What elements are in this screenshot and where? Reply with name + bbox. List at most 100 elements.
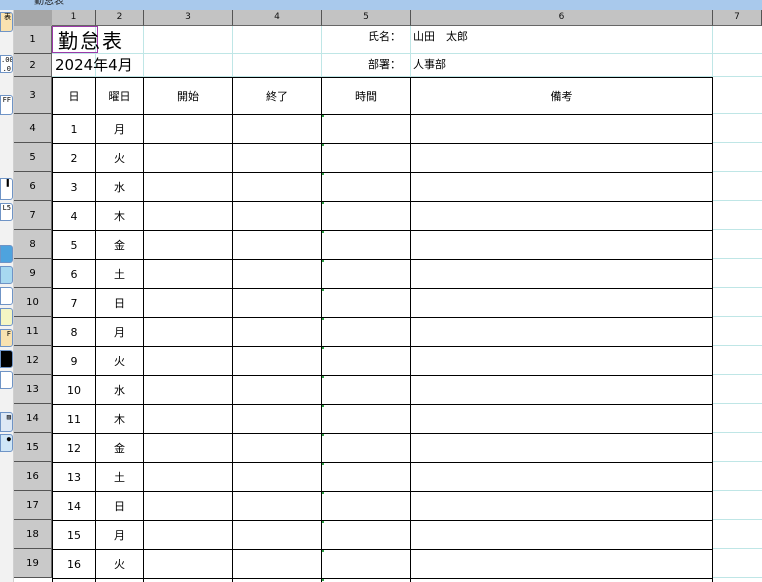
start-time-cell[interactable] bbox=[143, 491, 233, 521]
decimal-format-icon[interactable]: .00 .0 bbox=[0, 55, 13, 73]
weekday-cell[interactable]: 水 bbox=[95, 375, 144, 405]
day-cell[interactable]: 3 bbox=[52, 172, 96, 202]
weekday-cell[interactable]: 火 bbox=[95, 346, 144, 376]
end-time-cell[interactable] bbox=[232, 462, 322, 492]
select-all-corner[interactable] bbox=[14, 10, 52, 26]
row-header[interactable]: 5 bbox=[14, 143, 52, 172]
weekday-cell[interactable]: 日 bbox=[95, 491, 144, 521]
hours-cell[interactable] bbox=[321, 433, 411, 463]
remarks-cell[interactable] bbox=[410, 230, 713, 260]
name-value[interactable]: 山田 太郎 bbox=[413, 30, 468, 43]
end-time-cell[interactable] bbox=[232, 114, 322, 144]
end-time-cell[interactable] bbox=[232, 317, 322, 347]
remarks-cell[interactable] bbox=[410, 549, 713, 579]
image-icon[interactable]: ▨ bbox=[0, 412, 13, 432]
day-cell[interactable]: 7 bbox=[52, 288, 96, 318]
end-time-cell[interactable] bbox=[232, 259, 322, 289]
start-time-cell[interactable] bbox=[143, 346, 233, 376]
table-header-cell[interactable]: 曜日 bbox=[95, 77, 144, 115]
sheet-title[interactable]: 勤怠表 bbox=[58, 30, 124, 52]
end-time-cell[interactable] bbox=[232, 346, 322, 376]
column-header[interactable]: 5 bbox=[322, 10, 411, 26]
weekday-cell[interactable]: 木 bbox=[95, 404, 144, 434]
remarks-cell[interactable] bbox=[410, 433, 713, 463]
row-header[interactable]: 11 bbox=[14, 317, 52, 346]
row-header[interactable]: 18 bbox=[14, 520, 52, 549]
hours-cell[interactable] bbox=[321, 491, 411, 521]
column-header[interactable]: 3 bbox=[144, 10, 233, 26]
end-time-cell[interactable] bbox=[232, 404, 322, 434]
hours-cell[interactable] bbox=[321, 172, 411, 202]
remarks-cell[interactable] bbox=[410, 462, 713, 492]
weekday-cell[interactable]: 火 bbox=[95, 143, 144, 173]
remarks-cell[interactable] bbox=[410, 520, 713, 550]
start-time-cell[interactable] bbox=[143, 172, 233, 202]
weekday-cell[interactable]: 日 bbox=[95, 288, 144, 318]
day-cell[interactable]: 12 bbox=[52, 433, 96, 463]
fill-yellow-icon[interactable] bbox=[0, 308, 13, 326]
start-time-cell[interactable] bbox=[143, 114, 233, 144]
remarks-cell[interactable] bbox=[410, 201, 713, 231]
weekday-cell[interactable]: 水 bbox=[95, 578, 144, 582]
end-time-cell[interactable] bbox=[232, 578, 322, 582]
weekday-cell[interactable]: 木 bbox=[95, 201, 144, 231]
hours-cell[interactable] bbox=[321, 346, 411, 376]
border-icon[interactable]: ▌ bbox=[0, 178, 13, 200]
row-header[interactable]: 16 bbox=[14, 462, 52, 491]
weekday-cell[interactable]: 土 bbox=[95, 259, 144, 289]
remarks-cell[interactable] bbox=[410, 375, 713, 405]
end-time-cell[interactable] bbox=[232, 201, 322, 231]
day-cell[interactable]: 9 bbox=[52, 346, 96, 376]
number-format-icon[interactable]: FF bbox=[0, 95, 13, 115]
start-time-cell[interactable] bbox=[143, 462, 233, 492]
weekday-cell[interactable]: 月 bbox=[95, 317, 144, 347]
hours-cell[interactable] bbox=[321, 317, 411, 347]
table-header-cell[interactable]: 終了 bbox=[232, 77, 322, 115]
hours-cell[interactable] bbox=[321, 520, 411, 550]
table-header-cell[interactable]: 時間 bbox=[321, 77, 411, 115]
start-time-cell[interactable] bbox=[143, 288, 233, 318]
row-header[interactable]: 15 bbox=[14, 433, 52, 462]
remarks-cell[interactable] bbox=[410, 404, 713, 434]
hours-cell[interactable] bbox=[321, 143, 411, 173]
start-time-cell[interactable] bbox=[143, 259, 233, 289]
weekday-cell[interactable]: 土 bbox=[95, 462, 144, 492]
row-header[interactable]: 7 bbox=[14, 201, 52, 230]
format-icon[interactable]: 表 bbox=[0, 12, 13, 32]
remarks-cell[interactable] bbox=[410, 143, 713, 173]
end-time-cell[interactable] bbox=[232, 288, 322, 318]
remarks-cell[interactable] bbox=[410, 172, 713, 202]
day-cell[interactable]: 1 bbox=[52, 114, 96, 144]
remarks-cell[interactable] bbox=[410, 317, 713, 347]
row-header[interactable]: 19 bbox=[14, 549, 52, 578]
day-cell[interactable]: 13 bbox=[52, 462, 96, 492]
hours-cell[interactable] bbox=[321, 201, 411, 231]
fill-black-icon[interactable] bbox=[0, 350, 13, 368]
remarks-cell[interactable] bbox=[410, 491, 713, 521]
fill-none-icon[interactable] bbox=[0, 371, 13, 389]
start-time-cell[interactable] bbox=[143, 230, 233, 260]
row-header[interactable]: 12 bbox=[14, 346, 52, 375]
row-header[interactable]: 10 bbox=[14, 288, 52, 317]
column-header[interactable]: 7 bbox=[713, 10, 762, 26]
row-header[interactable]: 8 bbox=[14, 230, 52, 259]
start-time-cell[interactable] bbox=[143, 433, 233, 463]
dept-value[interactable]: 人事部 bbox=[413, 58, 446, 71]
row-header[interactable]: 6 bbox=[14, 172, 52, 201]
end-time-cell[interactable] bbox=[232, 375, 322, 405]
day-cell[interactable]: 14 bbox=[52, 491, 96, 521]
start-time-cell[interactable] bbox=[143, 578, 233, 582]
text-format-icon[interactable]: F bbox=[0, 329, 13, 347]
end-time-cell[interactable] bbox=[232, 143, 322, 173]
end-time-cell[interactable] bbox=[232, 433, 322, 463]
remarks-cell[interactable] bbox=[410, 259, 713, 289]
remarks-cell[interactable] bbox=[410, 578, 713, 582]
hours-cell[interactable] bbox=[321, 259, 411, 289]
line-height-icon[interactable]: L5 bbox=[0, 203, 13, 221]
row-header[interactable]: 1 bbox=[14, 26, 52, 54]
day-cell[interactable]: 11 bbox=[52, 404, 96, 434]
hours-cell[interactable] bbox=[321, 462, 411, 492]
row-header[interactable]: 9 bbox=[14, 259, 52, 288]
day-cell[interactable]: 8 bbox=[52, 317, 96, 347]
weekday-cell[interactable]: 月 bbox=[95, 114, 144, 144]
